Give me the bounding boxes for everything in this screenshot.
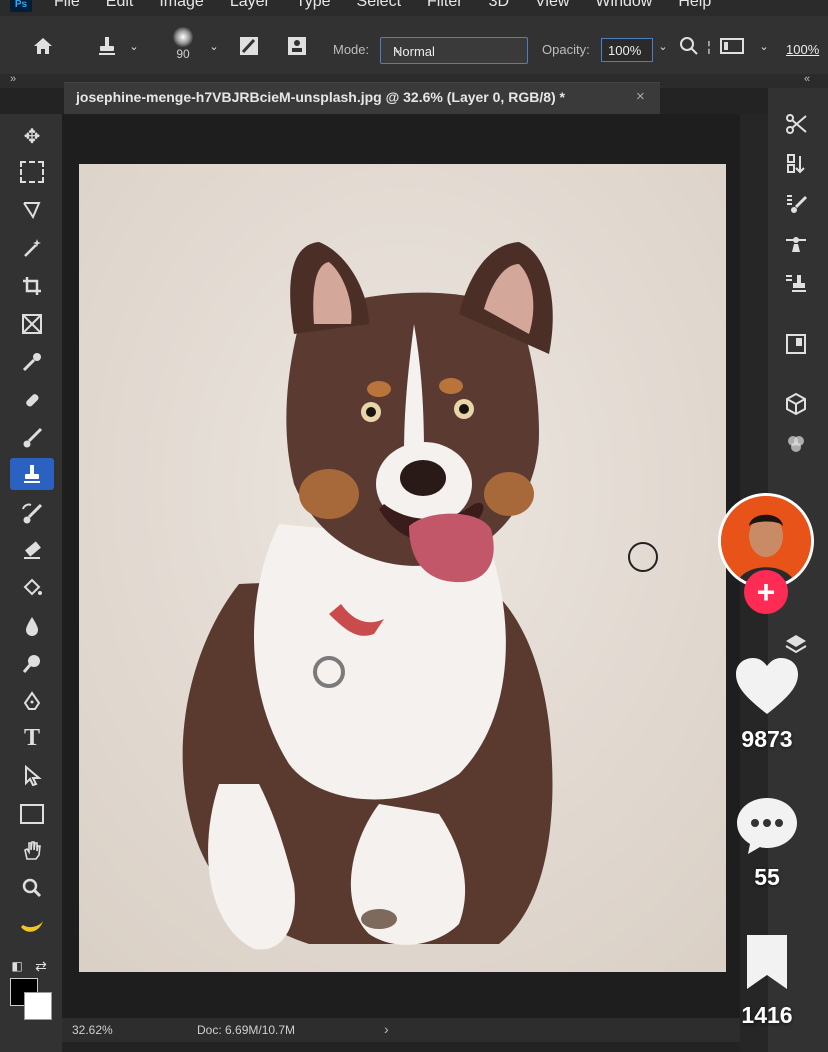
eraser-tool-icon[interactable] [12, 534, 52, 566]
menu-view[interactable]: View [535, 0, 569, 11]
path-selection-tool-icon[interactable] [12, 760, 52, 792]
menu-3d[interactable]: 3D [489, 0, 509, 11]
status-bar: 32.62% Doc: 6.69M/10.7M › [62, 1018, 740, 1042]
clone-source-panel-icon[interactable] [776, 268, 816, 300]
chevron-down-icon: ⌄ [393, 44, 403, 56]
rectangle-tool-icon[interactable] [12, 798, 52, 830]
menu-window[interactable]: Window [595, 0, 652, 11]
crop-tool-icon[interactable] [12, 270, 52, 302]
background-color-swatch[interactable] [24, 992, 52, 1020]
like-count: 9873 [741, 726, 793, 752]
tool-presets-icon[interactable] [776, 108, 816, 140]
brush-settings-panel-icon[interactable] [776, 188, 816, 220]
dodge-tool-icon[interactable] [12, 648, 52, 680]
frame-tool-icon[interactable] [12, 308, 52, 340]
menu-edit[interactable]: Edit [106, 0, 134, 11]
home-icon[interactable] [26, 34, 60, 58]
close-icon[interactable]: × [636, 88, 645, 105]
blur-tool-icon[interactable] [12, 610, 52, 642]
clone-source-panel-icon[interactable] [283, 34, 311, 58]
chevron-down-icon[interactable]: ⌄ [756, 34, 772, 58]
like-button[interactable] [734, 656, 800, 718]
comment-bubble-icon [737, 798, 797, 854]
clone-stamp-tool-preset-icon[interactable] [90, 34, 124, 58]
heart-icon [736, 658, 798, 714]
bookmark-count: 1416 [741, 1002, 793, 1028]
chevron-down-icon[interactable]: ⌄ [124, 34, 144, 58]
soft-brush-icon [173, 27, 193, 47]
brush-size-value: 90 [176, 47, 190, 61]
menu-filter[interactable]: Filter [427, 0, 463, 11]
brush-settings-icon[interactable] [235, 34, 263, 58]
menu-layer[interactable]: Layer [230, 0, 270, 11]
clone-stamp-tool-icon[interactable] [10, 458, 54, 490]
navigator-panel-icon[interactable] [776, 328, 816, 360]
brushes-panel-icon[interactable] [776, 228, 816, 260]
bookmark-icon [747, 935, 787, 989]
move-tool-icon[interactable]: ✥ [12, 120, 52, 152]
eyedropper-tool-icon[interactable] [12, 346, 52, 378]
chevron-down-icon[interactable]: ⌄ [656, 34, 670, 58]
photoshop-logo: Ps [10, 0, 32, 12]
opacity-label: Opacity: [542, 42, 590, 57]
menu: File Edit Image Layer Type Select Filter… [54, 0, 737, 11]
document-size: Doc: 6.69M/10.7M [197, 1023, 296, 1037]
history-brush-tool-icon[interactable] [12, 498, 52, 530]
pen-tool-icon[interactable] [12, 686, 52, 718]
clone-brush-cursor [628, 542, 658, 572]
zoom-tool-icon[interactable] [12, 872, 52, 904]
follow-button[interactable]: + [744, 570, 788, 614]
brush-size-picker[interactable]: 90 [165, 26, 201, 62]
history-panel-icon[interactable] [776, 148, 816, 180]
airbrush-icon[interactable]: ¦ [704, 34, 714, 58]
pressure-opacity-icon[interactable] [676, 34, 702, 58]
aligned-toggle-icon[interactable] [718, 34, 746, 58]
document-tab-bar: josephine-menge-h7VBJRBcieM-unsplash.jpg… [64, 82, 660, 115]
chevron-down-icon[interactable]: ⌄ [204, 34, 224, 58]
collapse-panels-icon[interactable]: « [804, 73, 810, 85]
3d-panel-icon[interactable] [776, 388, 816, 420]
bookmark-button[interactable] [743, 933, 791, 991]
brush-tool-icon[interactable] [12, 422, 52, 454]
document-tab-title[interactable]: josephine-menge-h7VBJRBcieM-unsplash.jpg… [76, 89, 565, 105]
channels-panel-icon[interactable] [776, 428, 816, 460]
expand-toolbar-icon[interactable]: » [10, 73, 16, 85]
banana-tool-icon[interactable] [12, 910, 52, 942]
dog-photo[interactable] [79, 164, 726, 972]
status-expand-arrow[interactable]: › [384, 1021, 389, 1037]
hand-tool-icon[interactable] [12, 834, 52, 866]
mode-label: Mode: [333, 42, 370, 57]
mode-select[interactable]: Normal ⌄ [380, 37, 528, 64]
comment-count: 55 [754, 864, 780, 890]
type-tool-icon[interactable]: T [12, 722, 52, 754]
paint-bucket-tool-icon[interactable] [12, 572, 52, 604]
tools-panel: ✥ T ◧ ⇄ [0, 114, 62, 1052]
flow-input[interactable]: 100% [786, 42, 819, 57]
menu-file[interactable]: File [54, 0, 80, 11]
menu-select[interactable]: Select [357, 0, 401, 11]
lasso-tool-icon[interactable] [12, 194, 52, 226]
marquee-tool-icon[interactable] [12, 156, 52, 188]
options-bar: ⌄ 90 ⌄ Mode: Normal ⌄ Opacity: 100% ⌄ ¦ … [0, 16, 828, 75]
healing-brush-tool-icon[interactable] [12, 384, 52, 416]
magic-wand-tool-icon[interactable] [12, 232, 52, 264]
menu-image[interactable]: Image [159, 0, 203, 11]
opacity-input[interactable]: 100% [601, 38, 653, 62]
menu-help[interactable]: Help [678, 0, 711, 11]
menu-bar: Ps File Edit Image Layer Type Select Fil… [0, 0, 828, 16]
menu-type[interactable]: Type [296, 0, 331, 11]
comment-button[interactable] [735, 796, 799, 856]
zoom-level[interactable]: 32.62% [72, 1023, 113, 1037]
